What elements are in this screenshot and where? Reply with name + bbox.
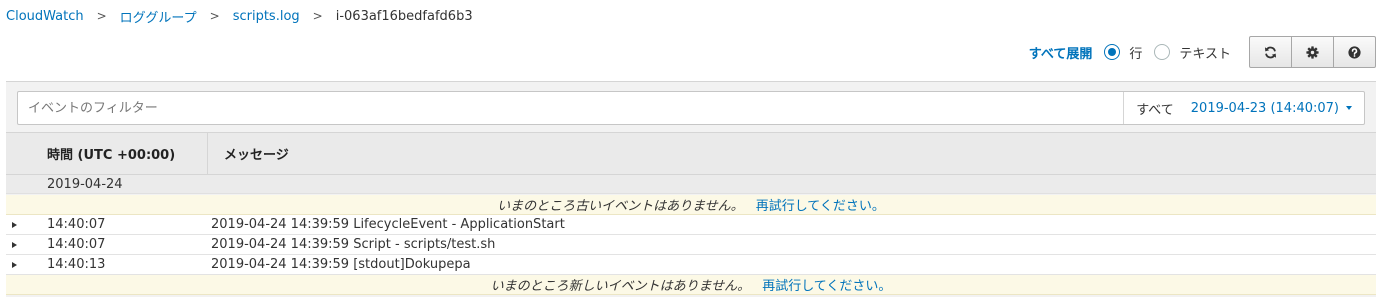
help-button[interactable] bbox=[1333, 36, 1376, 68]
expand-column-header bbox=[6, 133, 36, 174]
view-row-label[interactable]: 行 bbox=[1129, 43, 1142, 62]
event-time: 14:40:07 bbox=[47, 217, 106, 232]
retry-newer-link[interactable]: 再試行してください。 bbox=[762, 275, 891, 294]
breadcrumb-current-stream: i-063af16bedfafd6b3 bbox=[335, 8, 473, 24]
breadcrumb-separator: > bbox=[209, 9, 220, 23]
breadcrumb: CloudWatch > ロググループ > scripts.log > i-06… bbox=[6, 6, 473, 26]
view-text-label[interactable]: テキスト bbox=[1179, 43, 1231, 62]
no-newer-events-text: いまのところ新しいイベントはありません。 bbox=[490, 279, 751, 294]
time-column-header[interactable]: 時間 (UTC +00:00) bbox=[36, 133, 208, 174]
event-time: 14:40:07 bbox=[47, 237, 106, 252]
help-icon bbox=[1348, 45, 1361, 59]
breadcrumb-separator: > bbox=[312, 9, 323, 23]
expand-all-link[interactable]: すべて展開 bbox=[1029, 43, 1093, 62]
expand-row-icon[interactable] bbox=[6, 261, 36, 268]
time-range-start: 2019-04-23 (14:40:07) bbox=[1190, 100, 1339, 116]
table-header: 時間 (UTC +00:00) メッセージ bbox=[6, 132, 1376, 175]
toolbar-button-group bbox=[1249, 36, 1376, 68]
date-group-row: 2019-04-24 bbox=[6, 175, 1376, 194]
event-message: 2019-04-24 14:39:59 [stdout]Dokupepa bbox=[211, 257, 471, 272]
view-controls: すべて展開 行 テキスト bbox=[1029, 36, 1376, 68]
log-events-panel: すべて 2019-04-23 (14:40:07) 時間 (UTC +00:00… bbox=[6, 81, 1376, 297]
view-text-radio[interactable] bbox=[1154, 44, 1171, 60]
table-row[interactable]: 14:40:07 2019-04-24 14:39:59 Script - sc… bbox=[6, 235, 1376, 255]
event-filter-input[interactable] bbox=[18, 92, 1124, 124]
expand-row-icon[interactable] bbox=[6, 241, 36, 248]
no-older-events-text: いまのところ古いイベントはありません。 bbox=[497, 199, 744, 214]
settings-button[interactable] bbox=[1291, 36, 1334, 68]
no-newer-events-notice: いまのところ新しいイベントはありません。 再試行してください。 bbox=[6, 275, 1376, 295]
refresh-button[interactable] bbox=[1249, 36, 1292, 68]
breadcrumb-log-group-link[interactable]: scripts.log bbox=[233, 9, 300, 24]
refresh-icon bbox=[1264, 46, 1277, 58]
time-range-all-label: すべて bbox=[1136, 102, 1174, 118]
gear-icon bbox=[1306, 45, 1319, 59]
caret-down-icon bbox=[1346, 106, 1352, 110]
event-message: 2019-04-24 14:39:59 LifecycleEvent - App… bbox=[211, 217, 565, 232]
no-older-events-notice: いまのところ古いイベントはありません。 再試行してください。 bbox=[6, 195, 1376, 215]
retry-older-link[interactable]: 再試行してください。 bbox=[756, 195, 885, 214]
event-time: 14:40:13 bbox=[47, 257, 106, 272]
message-column-header[interactable]: メッセージ bbox=[208, 133, 1376, 174]
breadcrumb-cloudwatch-link[interactable]: CloudWatch bbox=[6, 9, 84, 24]
event-message: 2019-04-24 14:39:59 Script - scripts/tes… bbox=[211, 237, 496, 252]
breadcrumb-log-groups-link[interactable]: ロググループ bbox=[120, 7, 197, 26]
table-row[interactable]: 14:40:07 2019-04-24 14:39:59 LifecycleEv… bbox=[6, 215, 1376, 235]
table-row[interactable]: 14:40:13 2019-04-24 14:39:59 [stdout]Dok… bbox=[6, 255, 1376, 275]
time-range-selector[interactable]: すべて 2019-04-23 (14:40:07) bbox=[1123, 92, 1364, 124]
view-row-radio[interactable] bbox=[1104, 44, 1121, 60]
breadcrumb-separator: > bbox=[96, 9, 107, 23]
expand-row-icon[interactable] bbox=[6, 221, 36, 228]
filter-bar: すべて 2019-04-23 (14:40:07) bbox=[17, 91, 1365, 125]
